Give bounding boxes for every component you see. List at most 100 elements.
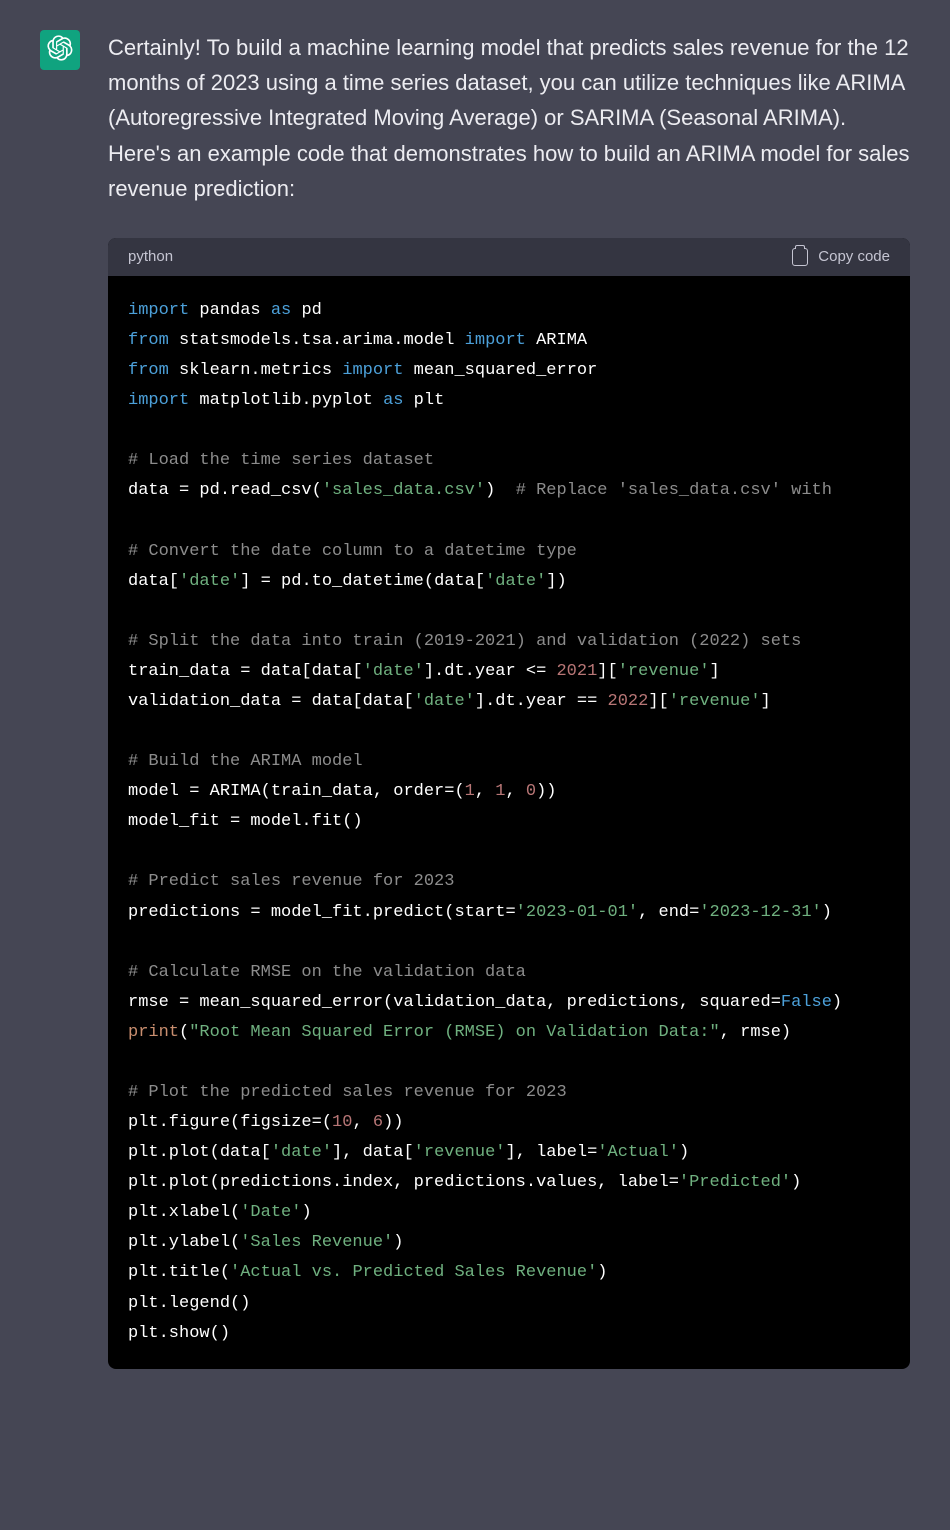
copy-code-label: Copy code (818, 248, 890, 265)
code-token: 'sales_data.csv' (322, 481, 485, 500)
code-token: data = pd.read_csv( (128, 481, 322, 500)
code-token: ].dt.year == (475, 692, 608, 711)
code-token: ][ (648, 692, 668, 711)
code-token: 'revenue' (618, 662, 710, 681)
code-token: # Plot the predicted sales revenue for 2… (128, 1083, 567, 1102)
code-token: plt.xlabel( (128, 1203, 240, 1222)
code-token: 'date' (271, 1143, 332, 1162)
code-token: ) (822, 903, 832, 922)
code-token: 2022 (608, 692, 649, 711)
code-header: python Copy code (108, 238, 910, 276)
code-token: ) (679, 1143, 689, 1162)
assistant-message: Certainly! To build a machine learning m… (0, 0, 950, 1399)
code-token: plt.plot(predictions.index, predictions.… (128, 1173, 679, 1192)
code-token: print (128, 1023, 179, 1042)
code-token: 'Date' (240, 1203, 301, 1222)
clipboard-icon (792, 248, 808, 266)
code-language-label: python (128, 248, 173, 265)
code-token: model_fit = model.fit() (128, 812, 363, 831)
code-token: plt.show() (128, 1324, 230, 1343)
code-token: plt.title( (128, 1263, 230, 1282)
code-token: "Root Mean Squared Error (RMSE) on Valid… (189, 1023, 720, 1042)
code-token: , end= (638, 903, 699, 922)
code-token: 'revenue' (414, 1143, 506, 1162)
code-token: , rmse) (720, 1023, 791, 1042)
code-token: validation_data = data[data[ (128, 692, 414, 711)
code-token: False (781, 993, 832, 1012)
code-token: ) (301, 1203, 311, 1222)
code-token: plt.plot(data[ (128, 1143, 271, 1162)
code-token: 'revenue' (669, 692, 761, 711)
code-token: # Build the ARIMA model (128, 752, 363, 771)
code-token: # Replace 'sales_data.csv' with (516, 481, 832, 500)
code-token: ] = pd.to_datetime(data[ (240, 572, 485, 591)
code-token: plt.figure(figsize=( (128, 1113, 332, 1132)
code-token: ] (710, 662, 720, 681)
code-token: # Convert the date column to a datetime … (128, 542, 577, 561)
code-token: ) (791, 1173, 801, 1192)
code-token: import (128, 391, 189, 410)
copy-code-button[interactable]: Copy code (792, 248, 890, 266)
code-token: ][ (597, 662, 617, 681)
code-token: ) (485, 481, 516, 500)
code-token: from (128, 331, 169, 350)
code-token: 6 (373, 1113, 383, 1132)
code-token: 'Predicted' (679, 1173, 791, 1192)
code-token: from (128, 361, 169, 380)
code-token: predictions = model_fit.predict(start= (128, 903, 516, 922)
code-token: 1 (465, 782, 475, 801)
code-token: ) (393, 1233, 403, 1252)
code-token: # Calculate RMSE on the validation data (128, 963, 526, 982)
code-token: # Split the data into train (2019-2021) … (128, 632, 801, 651)
code-token: pd (291, 301, 322, 320)
code-token: plt.legend() (128, 1294, 250, 1313)
code-token: import (342, 361, 403, 380)
code-token: ) (832, 993, 842, 1012)
code-token: ] (761, 692, 771, 711)
code-token: import (465, 331, 526, 350)
code-token: 'date' (414, 692, 475, 711)
openai-logo-icon (47, 35, 73, 66)
code-token: )) (536, 782, 556, 801)
code-token: ARIMA (526, 331, 587, 350)
message-content: Certainly! To build a machine learning m… (108, 30, 910, 1369)
intro-paragraph: Certainly! To build a machine learning m… (108, 30, 910, 206)
code-token: ].dt.year <= (424, 662, 557, 681)
code-token: , (475, 782, 495, 801)
code-token: as (383, 391, 403, 410)
code-token: # Load the time series dataset (128, 451, 434, 470)
code-token: ], data[ (332, 1143, 414, 1162)
code-token: 'date' (485, 572, 546, 591)
code-token: 10 (332, 1113, 352, 1132)
code-token: data[ (128, 572, 179, 591)
code-token: 'Sales Revenue' (240, 1233, 393, 1252)
code-token: 'Actual vs. Predicted Sales Revenue' (230, 1263, 597, 1282)
code-token: '2023-12-31' (699, 903, 821, 922)
code-token: ]) (546, 572, 566, 591)
code-token: matplotlib.pyplot (189, 391, 383, 410)
code-token: 0 (526, 782, 536, 801)
code-token: 'Actual' (597, 1143, 679, 1162)
code-token: , (505, 782, 525, 801)
code-token: ], label= (506, 1143, 598, 1162)
code-token: train_data = data[data[ (128, 662, 363, 681)
code-token: # Predict sales revenue for 2023 (128, 872, 454, 891)
code-token: )) (383, 1113, 403, 1132)
code-token: 1 (495, 782, 505, 801)
code-token: model = ARIMA(train_data, order=( (128, 782, 465, 801)
code-token: rmse = mean_squared_error(validation_dat… (128, 993, 781, 1012)
code-token: mean_squared_error (403, 361, 597, 380)
code-token: plt.ylabel( (128, 1233, 240, 1252)
code-token: sklearn.metrics (169, 361, 342, 380)
code-token: plt (403, 391, 444, 410)
code-content[interactable]: import pandas as pd from statsmodels.tsa… (108, 276, 910, 1369)
code-token: 'date' (363, 662, 424, 681)
code-token: ( (179, 1023, 189, 1042)
code-token: pandas (189, 301, 271, 320)
code-token: '2023-01-01' (516, 903, 638, 922)
code-token: statsmodels.tsa.arima.model (169, 331, 465, 350)
code-token: , (352, 1113, 372, 1132)
code-token: ) (597, 1263, 607, 1282)
code-token: 'date' (179, 572, 240, 591)
code-token: as (271, 301, 291, 320)
